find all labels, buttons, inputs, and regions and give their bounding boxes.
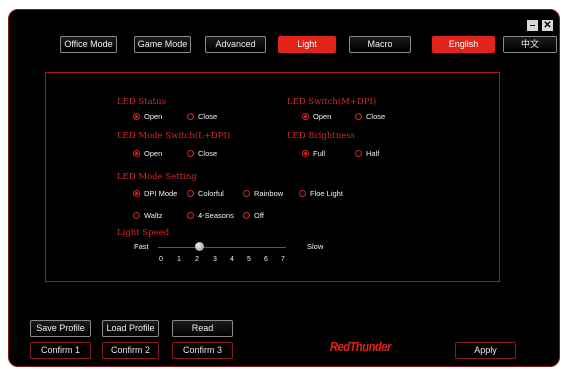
option-label: Close [366,112,386,121]
radio-unselected-icon [187,190,194,197]
radio-selected-icon [133,113,140,120]
led-status-close-radio[interactable]: Close [187,112,217,121]
option-label: Rainbow [254,189,284,198]
led-switch-open-radio[interactable]: Open [302,112,331,121]
led-switch-title: LED Switch(M+DPI) [287,97,377,107]
tab-light[interactable]: Light [278,36,336,53]
led-switch-close-radio[interactable]: Close [355,112,385,121]
led-status-open-radio[interactable]: Open [133,112,162,121]
led-mode-switch-title: LED Mode Switch(L+DPI) [117,131,231,141]
led-mode-setting-title: LED Mode Setting [117,172,197,182]
speed-tick: 3 [213,256,217,263]
light-settings-panel [45,72,500,282]
radio-selected-icon [302,150,309,157]
option-label: Half [366,149,380,158]
save-profile-button[interactable]: Save Profile [30,320,91,337]
radio-selected-icon [302,113,309,120]
speed-tick: 2 [195,256,199,263]
mode-4-seasons-radio[interactable]: 4-Seasons [187,211,234,220]
apply-button[interactable]: Apply [455,342,516,359]
option-label: Waltz [144,211,163,220]
option-label: Floe Light [310,189,343,198]
radio-selected-icon [133,150,140,157]
option-label: Close [198,149,218,158]
speed-slider-thumb[interactable] [195,242,204,251]
speed-tick: 6 [264,256,268,263]
language-chinese-button[interactable]: 中文 [503,36,557,53]
option-label: Open [313,112,332,121]
led-brightness-half-radio[interactable]: Half [355,149,379,158]
led-brightness-full-radio[interactable]: Full [302,149,325,158]
speed-fast-label: Fast [134,242,149,251]
option-label: Full [313,149,326,158]
tab-advanced[interactable]: Advanced [205,36,266,53]
speed-tick: 7 [281,256,285,263]
led-brightness-title: LED Brightness [287,131,355,141]
load-profile-button[interactable]: Load Profile [102,320,159,337]
radio-unselected-icon [187,150,194,157]
mode-dpi-radio[interactable]: DPI Mode [133,189,177,198]
light-speed-title: Light Speed [117,228,170,238]
radio-unselected-icon [187,212,194,219]
radio-unselected-icon [187,113,194,120]
option-label: Open [144,112,163,121]
option-label: Colorful [198,189,224,198]
mode-waltz-radio[interactable]: Waltz [133,211,162,220]
speed-slow-label: Slow [307,242,324,251]
confirm-3-button[interactable]: Confirm 3 [172,342,233,359]
led-status-title: LED Status [117,97,166,107]
language-english-button[interactable]: English [432,36,495,53]
confirm-1-button[interactable]: Confirm 1 [30,342,91,359]
radio-unselected-icon [133,212,140,219]
speed-tick: 0 [159,256,163,263]
speed-tick: 1 [177,256,181,263]
speed-tick: 4 [230,256,234,263]
minimize-icon[interactable]: – [527,20,538,31]
mode-off-radio[interactable]: Off [243,211,264,220]
mode-rainbow-radio[interactable]: Rainbow [243,189,283,198]
radio-unselected-icon [355,113,362,120]
redthunder-logo: RedThunder [330,339,391,354]
option-label: Off [254,211,264,220]
confirm-2-button[interactable]: Confirm 2 [102,342,159,359]
led-mode-switch-open-radio[interactable]: Open [133,149,162,158]
speed-slider-track[interactable] [158,247,286,248]
radio-unselected-icon [243,212,250,219]
read-button[interactable]: Read [172,320,233,337]
mode-colorful-radio[interactable]: Colorful [187,189,224,198]
tab-game-mode[interactable]: Game Mode [134,36,191,53]
option-label: Open [144,149,163,158]
radio-selected-icon [133,190,140,197]
option-label: DPI Mode [144,189,178,198]
option-label: Close [198,112,218,121]
radio-unselected-icon [355,150,362,157]
radio-unselected-icon [299,190,306,197]
speed-tick: 5 [247,256,251,263]
mode-floe-light-radio[interactable]: Floe Light [299,189,343,198]
led-mode-switch-close-radio[interactable]: Close [187,149,217,158]
option-label: 4-Seasons [198,211,234,220]
close-icon[interactable]: ✕ [542,20,553,31]
tab-office-mode[interactable]: Office Mode [60,36,117,53]
radio-unselected-icon [243,190,250,197]
tab-macro[interactable]: Macro [349,36,411,53]
